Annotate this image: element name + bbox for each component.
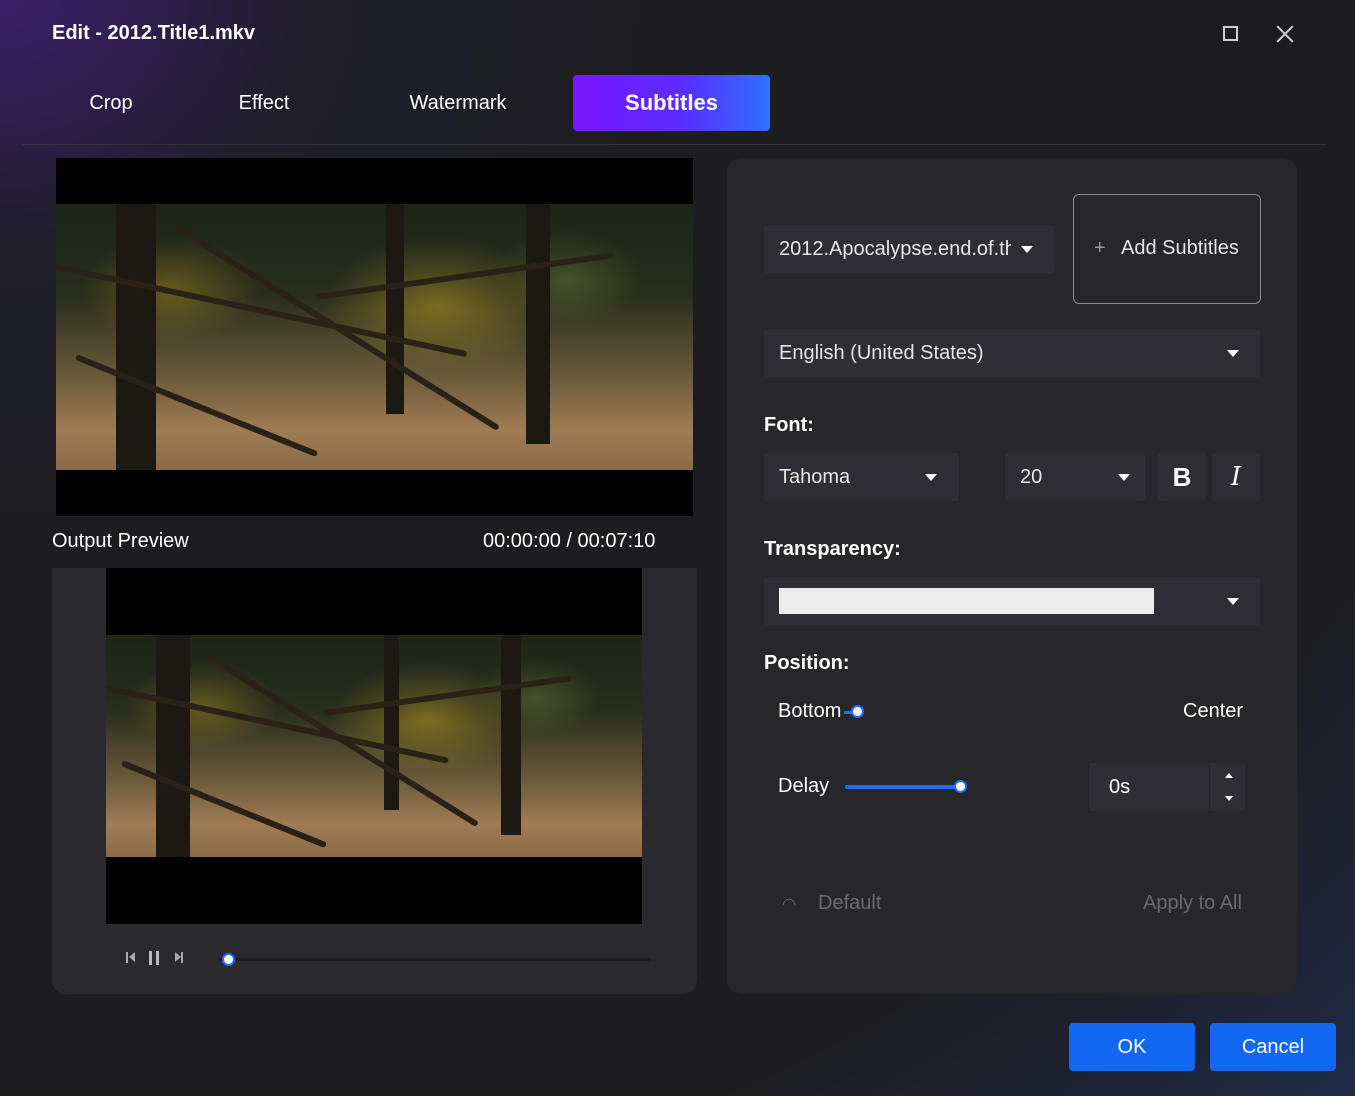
pause-icon[interactable]	[149, 951, 161, 965]
time-display: 00:00:00 / 00:07:10	[483, 530, 656, 552]
next-frame-icon[interactable]	[174, 951, 186, 965]
delay-stepper[interactable]: 0s	[1089, 763, 1245, 811]
chevron-down-icon	[1227, 598, 1239, 605]
decrement-icon[interactable]	[1222, 792, 1236, 804]
reset-icon: ◠	[782, 896, 796, 913]
delay-slider-handle[interactable]	[954, 780, 967, 793]
maximize-icon[interactable]	[1219, 22, 1243, 46]
playback-controls	[52, 924, 697, 994]
delay-label: Delay	[778, 775, 830, 797]
tabs-divider	[22, 144, 1327, 145]
window-title: Edit - 2012.Title1.mkv	[52, 22, 256, 44]
plus-icon: +	[1094, 237, 1106, 259]
cancel-button[interactable]: Cancel	[1210, 1023, 1336, 1071]
tab-subtitles[interactable]: Subtitles	[573, 75, 770, 131]
delay-slider[interactable]	[845, 785, 959, 789]
transparency-heading: Transparency:	[764, 538, 901, 560]
original-video	[56, 158, 693, 516]
chevron-down-icon	[1118, 474, 1130, 481]
default-label: Default	[818, 892, 882, 914]
delay-value: 0s	[1109, 776, 1131, 798]
position-heading: Position:	[764, 652, 850, 674]
font-family-value: Tahoma	[779, 466, 851, 488]
font-family-select[interactable]: Tahoma	[764, 453, 959, 501]
seek-handle[interactable]	[222, 953, 235, 966]
bold-button[interactable]: B	[1158, 453, 1206, 501]
tab-effect[interactable]: Effect	[222, 75, 306, 131]
output-preview-label: Output Preview	[52, 530, 189, 552]
chevron-down-icon	[925, 474, 937, 481]
add-subtitles-label: Add Subtitles	[1121, 237, 1239, 259]
italic-button[interactable]: I	[1212, 453, 1260, 501]
position-alignment: Center	[1183, 700, 1244, 722]
subtitle-file-value: 2012.Apocalypse.end.of.the.world	[779, 238, 1011, 260]
position-slider-handle[interactable]	[851, 705, 864, 718]
tab-watermark[interactable]: Watermark	[395, 75, 521, 131]
subtitle-file-select[interactable]: 2012.Apocalypse.end.of.the.world	[764, 225, 1054, 273]
add-subtitles-button[interactable]: + Add Subtitles	[1073, 194, 1261, 304]
video-frame	[106, 635, 642, 857]
font-size-select[interactable]: 20	[1005, 453, 1145, 501]
chevron-down-icon	[1227, 350, 1239, 357]
apply-to-all-button[interactable]: Apply to All	[1143, 892, 1242, 915]
video-frame	[56, 204, 693, 470]
position-value: Bottom	[778, 700, 842, 722]
transparency-swatch	[779, 588, 1154, 614]
tab-crop[interactable]: Crop	[70, 75, 152, 131]
increment-icon[interactable]	[1222, 770, 1236, 782]
previous-frame-icon[interactable]	[126, 951, 138, 965]
language-select[interactable]: English (United States)	[764, 329, 1260, 377]
close-icon[interactable]	[1273, 22, 1297, 46]
ok-button[interactable]: OK	[1069, 1023, 1195, 1071]
font-heading: Font:	[764, 414, 814, 436]
chevron-down-icon	[1021, 246, 1033, 253]
subtitle-settings-panel: 2012.Apocalypse.end.of.the.world + Add S…	[727, 158, 1297, 994]
font-size-value: 20	[1020, 466, 1043, 488]
transparency-select[interactable]	[764, 577, 1260, 625]
language-value: English (United States)	[779, 342, 984, 364]
output-video	[106, 568, 642, 924]
output-preview	[52, 568, 697, 994]
default-button[interactable]: ◠ Default	[782, 892, 881, 915]
seek-bar[interactable]	[219, 958, 651, 961]
